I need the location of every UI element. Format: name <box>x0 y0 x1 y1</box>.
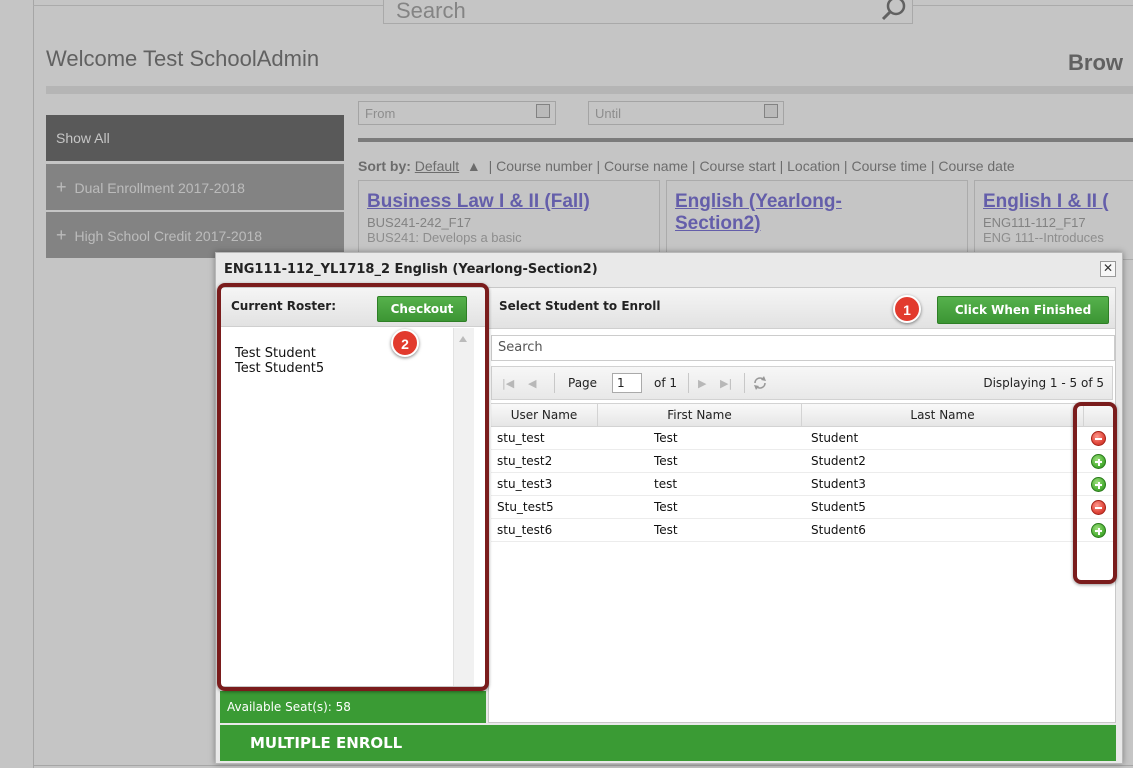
cell-user-name: stu_test3 <box>497 477 553 491</box>
grid-header: User Name First Name Last Name <box>491 403 1113 427</box>
click-when-finished-button[interactable]: Click When Finished <box>937 296 1109 324</box>
table-row[interactable]: stu_test3 test Student3 <box>491 473 1113 496</box>
column-header-user-name[interactable]: User Name <box>491 404 598 426</box>
select-student-panel: Select Student to Enroll Click When Fini… <box>488 287 1116 723</box>
cell-first-name: Test <box>654 523 678 537</box>
pagination-toolbar: |◀ ◀ Page 1 of 1 ▶ ▶| Displaying 1 - 5 o… <box>491 366 1113 400</box>
cell-last-name: Student3 <box>811 477 866 491</box>
multiple-enroll-bar[interactable]: MULTIPLE ENROLL <box>220 725 1116 761</box>
app-root: Search Welcome Test SchoolAdmin Brow Sho… <box>0 0 1133 768</box>
cell-first-name: Test <box>654 454 678 468</box>
refresh-icon[interactable] <box>752 375 768 391</box>
cell-first-name: Test <box>654 431 678 445</box>
grid-body: stu_test Test Student stu_test2 Test Student2… <box>491 427 1113 542</box>
column-header-first-name[interactable]: First Name <box>598 404 802 426</box>
cell-user-name: Stu_test5 <box>497 500 554 514</box>
prev-page-icon[interactable]: ◀ <box>528 377 536 390</box>
cell-last-name: Student5 <box>811 500 866 514</box>
table-row[interactable]: stu_test6 Test Student6 <box>491 519 1113 542</box>
available-seats: Available Seat(s): 58 <box>220 691 486 723</box>
cell-user-name: stu_test2 <box>497 454 553 468</box>
step-badge-2: 2 <box>391 329 419 357</box>
displaying-count: Displaying 1 - 5 of 5 <box>983 376 1104 390</box>
page-label: Page <box>568 376 598 390</box>
table-row[interactable]: stu_test Test Student <box>491 427 1113 450</box>
cell-first-name: Test <box>654 500 678 514</box>
column-header-last-name[interactable]: Last Name <box>802 404 1084 426</box>
page-count: of 1 <box>654 376 678 390</box>
cell-first-name: test <box>654 477 678 491</box>
separator <box>554 373 555 393</box>
step-badge-1: 1 <box>893 295 921 323</box>
student-grid: User Name First Name Last Name stu_test T… <box>491 403 1113 542</box>
separator <box>688 373 689 393</box>
cell-user-name: stu_test6 <box>497 523 553 537</box>
roster-highlight <box>217 283 489 691</box>
first-page-icon[interactable]: |◀ <box>502 377 514 390</box>
table-row[interactable]: stu_test2 Test Student2 <box>491 450 1113 473</box>
next-page-icon[interactable]: ▶ <box>698 377 706 390</box>
enroll-label: Select Student to Enroll <box>499 299 661 313</box>
cell-user-name: stu_test <box>497 431 545 445</box>
cell-last-name: Student2 <box>811 454 866 468</box>
cell-last-name: Student6 <box>811 523 866 537</box>
cell-last-name: Student <box>811 431 859 445</box>
modal-title: ENG111-112_YL1718_2 English (Yearlong-Se… <box>224 262 598 277</box>
close-icon[interactable]: ✕ <box>1100 261 1116 277</box>
separator <box>744 373 745 393</box>
actions-highlight <box>1073 402 1117 584</box>
enroll-header: Select Student to Enroll Click When Fini… <box>489 288 1115 329</box>
student-search-input[interactable]: Search <box>491 335 1115 361</box>
page-number-input[interactable]: 1 <box>612 373 642 393</box>
table-row[interactable]: Stu_test5 Test Student5 <box>491 496 1113 519</box>
last-page-icon[interactable]: ▶| <box>720 377 732 390</box>
